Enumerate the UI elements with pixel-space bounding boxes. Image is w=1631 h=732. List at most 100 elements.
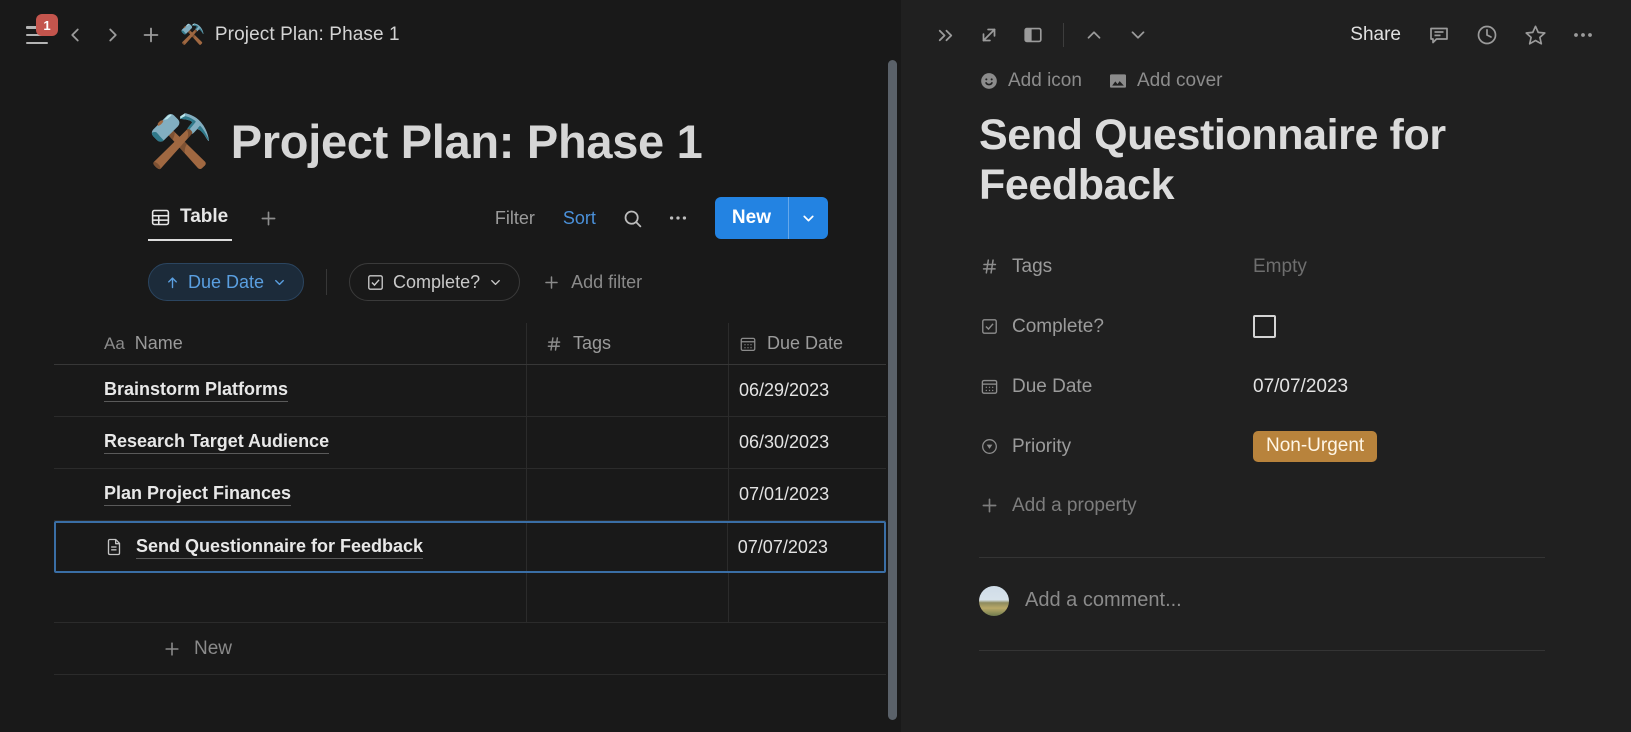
property-label-complete[interactable]: Complete? [979, 316, 1253, 338]
page-title[interactable]: Project Plan: Phase 1 [231, 114, 703, 169]
table-row-selected[interactable]: Send Questionnaire for Feedback 07/07/20… [54, 521, 886, 573]
add-icon-button[interactable]: Add icon [979, 70, 1082, 92]
column-header-tags[interactable]: Tags [526, 323, 728, 364]
ellipsis-icon [1574, 33, 1592, 37]
column-header-name[interactable]: Aa Name [54, 323, 526, 364]
property-value-complete[interactable] [1253, 315, 1276, 339]
cell-name[interactable]: Plan Project Finances [54, 469, 526, 520]
back-button[interactable] [56, 16, 94, 54]
table-row[interactable]: Plan Project Finances 07/01/2023 [54, 469, 886, 521]
property-value-priority[interactable]: Non-Urgent [1253, 431, 1378, 463]
new-record-label: New [731, 207, 771, 228]
complete-checkbox[interactable] [1253, 315, 1276, 339]
forward-button[interactable] [94, 16, 132, 54]
property-label-priority[interactable]: Priority [979, 436, 1253, 458]
column-header-due-date[interactable]: Due Date [728, 323, 886, 364]
breadcrumb[interactable]: ⚒️ Project Plan: Phase 1 [180, 24, 400, 46]
cell-name[interactable]: Research Target Audience [54, 417, 526, 468]
database-table: Aa Name Tags Due Date Brainstorm Platfor… [54, 323, 886, 675]
filter-chip-complete[interactable]: Complete? [349, 263, 521, 301]
cell-due-date[interactable]: 06/29/2023 [728, 365, 886, 416]
chevrons-right-icon [938, 29, 952, 41]
filter-button[interactable]: Filter [481, 201, 549, 235]
add-property-button[interactable]: Add a property [979, 477, 1631, 535]
cell-due-date[interactable]: 07/07/2023 [726, 523, 884, 571]
previous-record-button[interactable] [1072, 15, 1116, 55]
hash-icon [979, 257, 999, 276]
sort-chip-due-date[interactable]: Due Date [148, 263, 305, 301]
chevron-left-icon [71, 28, 79, 42]
cell-tags[interactable] [526, 573, 728, 622]
add-cover-button[interactable]: Add cover [1108, 70, 1223, 92]
search-button[interactable] [610, 201, 655, 235]
plus-icon [261, 211, 276, 225]
view-options-button[interactable] [655, 201, 701, 235]
cell-tags[interactable] [526, 365, 728, 416]
tab-table[interactable]: Table [148, 195, 233, 241]
star-icon [1524, 25, 1546, 45]
new-page-button[interactable] [132, 16, 170, 54]
side-peek-button[interactable] [1011, 15, 1055, 55]
comment-composer[interactable]: Add a comment... [901, 558, 1631, 616]
cell-name[interactable]: Brainstorm Platforms [54, 365, 526, 416]
cell-tags[interactable] [526, 417, 728, 468]
chevron-down-icon [803, 215, 814, 221]
peek-body: Add icon Add cover Send Questionnaire fo… [901, 70, 1631, 651]
page-peek-panel: Share Add icon Add cover Send Questionna… [901, 0, 1631, 732]
comment-divider [979, 649, 1545, 651]
add-new-row-button[interactable]: New [54, 623, 886, 675]
checkbox-icon [979, 317, 999, 336]
add-filter-label: Add filter [571, 271, 643, 292]
table-row[interactable]: Research Target Audience 06/30/2023 [54, 417, 886, 469]
next-record-button[interactable] [1116, 15, 1160, 55]
sort-button[interactable]: Sort [549, 201, 610, 235]
search-icon [624, 210, 642, 227]
page-hammer-pick-emoji-icon[interactable]: ⚒️ [148, 116, 213, 168]
page-header: ⚒️ Project Plan: Phase 1 [0, 70, 901, 169]
page-add-buttons: Add icon Add cover [901, 70, 1631, 92]
table-row[interactable]: Brainstorm Platforms 06/29/2023 [54, 365, 886, 417]
comments-button[interactable] [1417, 15, 1461, 55]
new-record-dropdown-button[interactable] [789, 197, 828, 239]
view-toolbar-actions: Filter Sort New [481, 197, 828, 239]
tab-table-label: Table [180, 206, 229, 227]
plus-icon [979, 495, 1000, 516]
sidebar-toggle-button[interactable]: 1 [22, 14, 58, 52]
comment-placeholder: Add a comment... [1025, 589, 1182, 612]
more-options-button[interactable] [1561, 15, 1605, 55]
cell-tags[interactable] [526, 469, 728, 520]
property-value-due-date[interactable]: 07/07/2023 [1253, 376, 1348, 398]
peek-toolbar: Share [901, 0, 1631, 70]
cell-due-date[interactable]: 06/30/2023 [728, 417, 886, 468]
expand-button[interactable] [967, 15, 1011, 55]
cell-due-date[interactable]: 07/01/2023 [728, 469, 886, 520]
clock-icon [1477, 25, 1497, 45]
row-name-label: Send Questionnaire for Feedback [136, 536, 424, 559]
property-label-due-date[interactable]: Due Date [979, 376, 1253, 398]
chevron-down-icon [275, 279, 284, 285]
new-record-button[interactable]: New [714, 197, 828, 239]
add-view-button[interactable] [258, 208, 279, 229]
cell-tags[interactable] [525, 523, 727, 571]
share-button[interactable]: Share [1338, 15, 1413, 55]
add-filter-button[interactable]: Add filter [542, 272, 642, 293]
cell-due-date[interactable] [728, 573, 886, 622]
peek-toolbar-actions: Share [1338, 15, 1605, 55]
page-history-button[interactable] [1465, 15, 1509, 55]
favorite-button[interactable] [1513, 15, 1557, 55]
table-row-blank[interactable] [54, 573, 886, 623]
close-peek-button[interactable] [923, 15, 967, 55]
property-label-tags-text: Tags [1012, 255, 1053, 277]
chevron-down-icon [1131, 31, 1145, 39]
property-label-complete-text: Complete? [1012, 315, 1104, 337]
peek-page-title[interactable]: Send Questionnaire for Feedback [901, 92, 1631, 211]
ellipsis-icon [669, 216, 686, 220]
database-content: ⚒️ Project Plan: Phase 1 Table Filter So… [0, 70, 901, 675]
property-value-tags[interactable]: Empty [1253, 256, 1307, 278]
cell-name[interactable] [54, 573, 526, 622]
cell-name[interactable]: Send Questionnaire for Feedback [56, 523, 526, 571]
property-label-tags[interactable]: Tags [979, 256, 1253, 278]
calendar-icon [979, 377, 999, 396]
smiley-icon [979, 71, 999, 91]
vertical-scrollbar[interactable] [888, 60, 897, 720]
